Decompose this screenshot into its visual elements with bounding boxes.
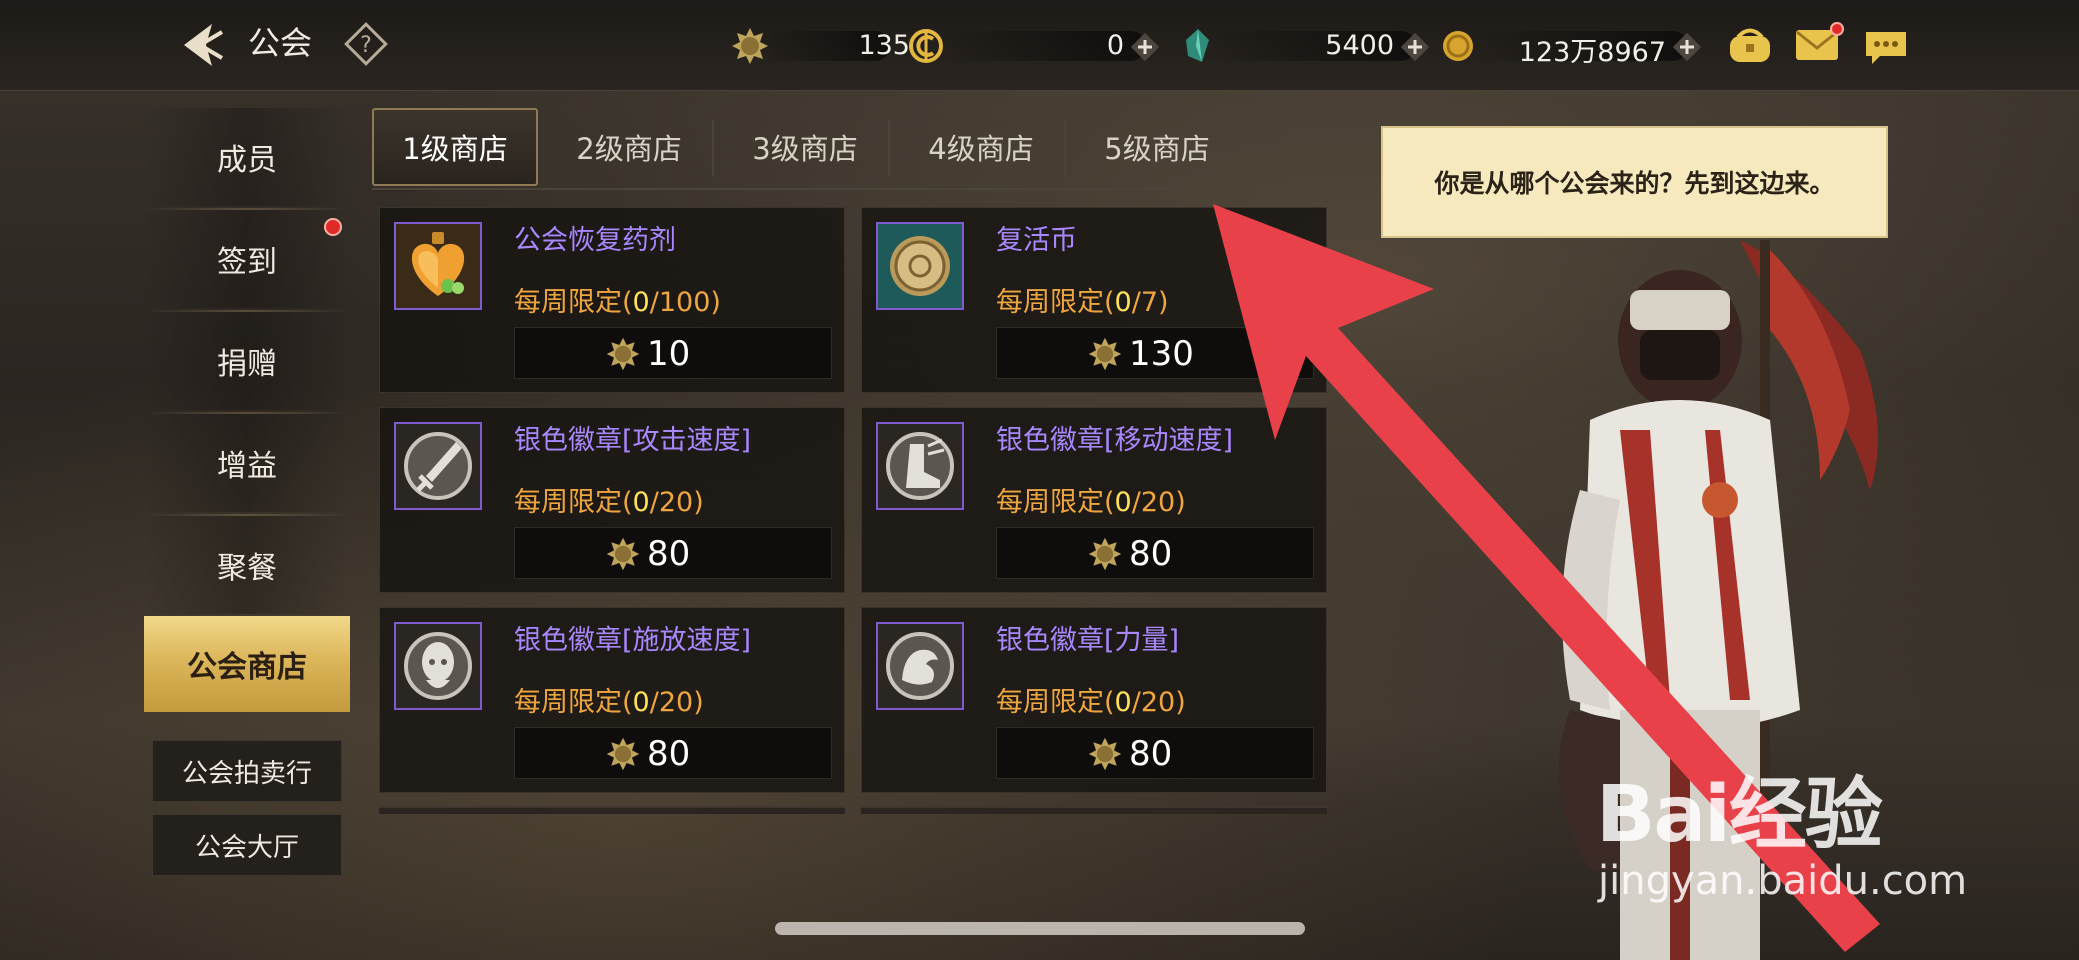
baidu-brand-text: Bai经验 (1596, 770, 1883, 860)
home-indicator[interactable] (775, 922, 1305, 935)
baidu-url-text: jingyan.baidu.com (1598, 858, 1968, 904)
